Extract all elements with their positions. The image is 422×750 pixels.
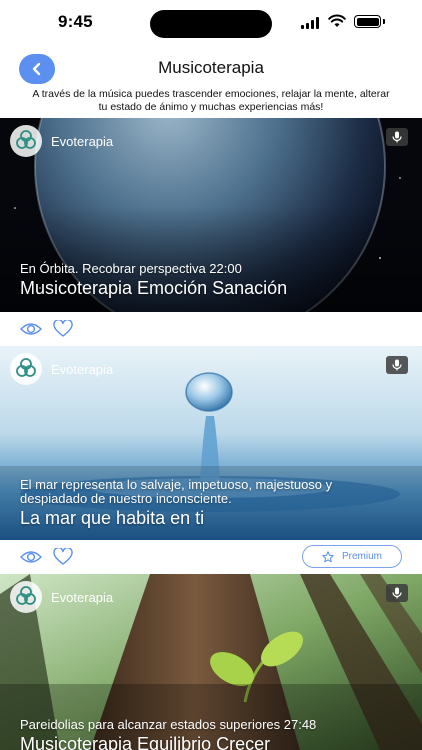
dynamic-island (150, 10, 272, 38)
card-caption: En Órbita. Recobrar perspectiva 22:00 Mu… (20, 262, 400, 299)
card-image[interactable]: Evoterapia En Órbita. Recobrar perspecti… (0, 118, 422, 312)
card-actions: Premium (0, 540, 422, 574)
header: Musicoterapia (0, 52, 422, 86)
track-card[interactable]: Evoterapia El mar representa lo salvaje,… (0, 346, 422, 574)
card-image[interactable]: Evoterapia El mar representa lo salvaje,… (0, 346, 422, 540)
card-title: Musicoterapia Equilibrio Crecer (20, 734, 271, 750)
track-card[interactable]: Evoterapia Pareidolias para alcanzar est… (0, 574, 422, 750)
triskelion-logo-icon (10, 125, 42, 157)
microphone-icon (386, 356, 408, 374)
track-card[interactable]: Evoterapia En Órbita. Recobrar perspecti… (0, 118, 422, 346)
like-button[interactable] (52, 547, 74, 567)
triskelion-logo-icon (10, 581, 42, 613)
eye-icon (20, 551, 42, 563)
wifi-icon (328, 14, 346, 27)
view-button[interactable] (20, 319, 42, 339)
card-title: La mar que habita en ti (20, 508, 205, 528)
microphone-icon (386, 584, 408, 602)
card-caption: Pareidolias para alcanzar estados superi… (20, 718, 400, 750)
card-actions (0, 312, 422, 346)
status-time: 9:45 (58, 12, 93, 31)
card-caption: El mar representa lo salvaje, impetuoso,… (20, 478, 400, 529)
microphone-icon (386, 128, 408, 146)
brand-name: Evoterapia (51, 589, 114, 605)
battery-icon (354, 15, 381, 28)
card-title: Musicoterapia Emoción Sanación (20, 278, 288, 298)
brand: Evoterapia (10, 353, 113, 385)
star-icon (322, 550, 334, 562)
cellular-signal-icon (301, 17, 319, 29)
heart-icon (53, 548, 73, 565)
brand: Evoterapia (10, 581, 113, 613)
premium-button[interactable]: Premium (302, 545, 402, 568)
premium-label: Premium (341, 551, 382, 562)
view-button[interactable] (20, 547, 42, 567)
brand-name: Evoterapia (51, 133, 114, 149)
triskelion-logo-icon (10, 353, 42, 385)
card-description: Pareidolias para alcanzar estados superi… (20, 717, 317, 732)
eye-icon (20, 323, 42, 335)
card-description: El mar representa lo salvaje, impetuoso,… (20, 477, 333, 506)
heart-icon (53, 320, 73, 337)
status-bar: 9:45 (0, 0, 422, 46)
page-subtitle: A través de la música puedes trascender … (32, 88, 390, 113)
page-title: Musicoterapia (158, 58, 264, 77)
card-image[interactable]: Evoterapia Pareidolias para alcanzar est… (0, 574, 422, 750)
card-description: En Órbita. Recobrar perspectiva 22:00 (20, 261, 242, 276)
like-button[interactable] (52, 319, 74, 339)
brand-name: Evoterapia (51, 361, 114, 377)
brand: Evoterapia (10, 125, 113, 157)
